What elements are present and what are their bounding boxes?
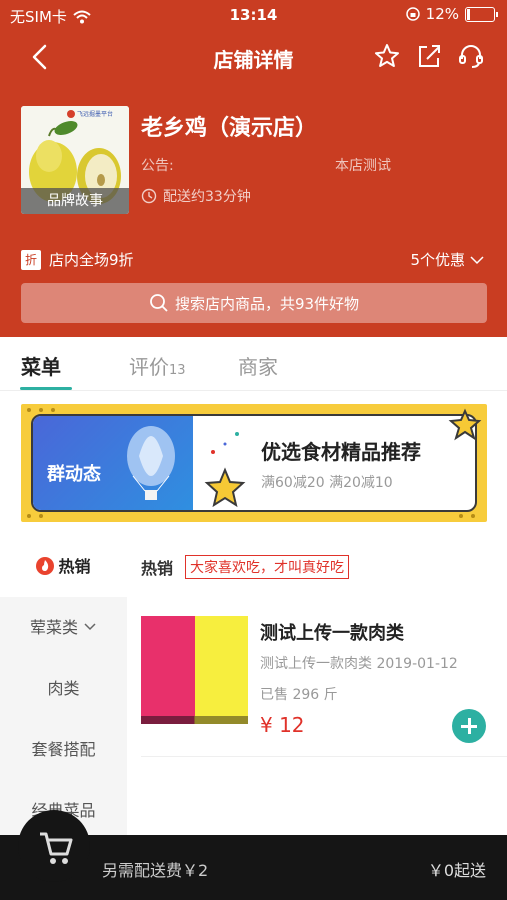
share-icon[interactable] [415, 42, 443, 70]
status-bar: 无SIM卡 13:14 12% [0, 0, 507, 30]
category-title: 热销 [141, 559, 174, 578]
category-slogan: 大家喜欢吃，才叫真好吃 [185, 555, 350, 579]
delivery-time: 配送约33分钟 [163, 189, 251, 205]
promo-count-label: 5个优惠 [410, 251, 465, 269]
sidebar-item-hot-label: 热销 [58, 557, 91, 576]
tab-reviews[interactable]: 评价13 [129, 351, 186, 380]
product-divider [141, 756, 507, 757]
product-name[interactable]: 测试上传一款肉类 [260, 619, 404, 645]
sidebar-item-meat[interactable]: 肉类 [0, 659, 127, 719]
tab-active-indicator [20, 387, 72, 390]
sidebar-item-meat-label: 肉类 [47, 679, 80, 698]
product-description: 测试上传一款肉类 2019-01-12 [260, 656, 458, 672]
battery-icon [465, 6, 498, 22]
search-placeholder: 搜索店内商品，共93件好物 [174, 294, 360, 313]
orientation-lock-icon [405, 7, 420, 21]
product-image-shadow [141, 716, 248, 724]
category-header: 热销 大家喜欢吃，才叫真好吃 [141, 555, 350, 579]
tab-menu-label: 菜单 [21, 355, 61, 379]
brand-story-label[interactable]: 品牌故事 [21, 188, 129, 214]
discount-badge: 折 [21, 250, 41, 270]
clock-icon [141, 188, 157, 204]
tab-reviews-label: 评价 [129, 355, 169, 379]
banner-title: 优选食材精品推荐 [261, 440, 421, 464]
min-order[interactable]: ￥0起送 [428, 857, 486, 881]
tab-menu[interactable]: 菜单 [21, 351, 61, 380]
tab-reviews-count: 13 [169, 363, 186, 378]
logo-text: 飞远掘墨平台 [77, 110, 113, 118]
sidebar-item-meat-dishes-label: 荤菜类 [29, 618, 78, 637]
promo-count[interactable]: 5个优惠 [410, 249, 485, 270]
battery-fill [467, 8, 470, 20]
confetti-decor [211, 432, 239, 454]
star-corner-icon [448, 408, 482, 441]
product-sold-count: 已售 296 斤 [260, 687, 338, 703]
product-price: ¥ 12 [260, 713, 305, 737]
product-image[interactable] [141, 616, 248, 724]
promo-text: 店内全场9折 [49, 251, 134, 269]
tab-merchant-label: 商家 [238, 355, 278, 379]
battery-percent: 12% [425, 5, 459, 23]
banner-card: 群动态 优选食材精品推荐 满60减20 满20减10 [31, 414, 477, 512]
search-input[interactable]: 搜索店内商品，共93件好物 [21, 283, 487, 323]
sidebar-item-combo-label: 套餐搭配 [31, 740, 96, 759]
battery-group: 12% [405, 5, 498, 23]
sidebar-item-combo[interactable]: 套餐搭配 [0, 720, 127, 780]
store-name: 老乡鸡（演示店） [141, 116, 318, 141]
tab-merchant[interactable]: 商家 [238, 351, 278, 380]
banner-brand: 群动态 [47, 464, 101, 485]
sidebar-item-hot[interactable]: 热销 [0, 537, 127, 597]
delivery-fee: 另需配送费￥2 [102, 861, 209, 880]
product-image-left [141, 616, 195, 724]
cart-icon [40, 832, 73, 864]
nav-actions [373, 42, 485, 70]
store-header: 无SIM卡 13:14 12% 店铺详情 飞远掘墨平台 品牌故事 老乡鸡（演示店… [0, 0, 507, 337]
headset-icon[interactable] [457, 42, 485, 70]
banner-subtitle: 满60减20 满20减10 [261, 475, 393, 491]
product-image-right [194, 616, 248, 724]
star-icon[interactable] [373, 42, 401, 70]
star-decor-icon [204, 467, 246, 508]
chevron-down-icon [470, 255, 484, 264]
category-sidebar: 热销 荤菜类 肉类 套餐搭配 经典菜品 [0, 537, 127, 837]
notice-text: 本店测试 [335, 158, 391, 174]
store-image[interactable]: 飞远掘墨平台 品牌故事 [21, 106, 129, 214]
delivery-info: 配送约33分钟 [141, 186, 251, 206]
flame-icon [36, 557, 55, 575]
notice-label: 公告: [141, 158, 174, 174]
sidebar-item-meat-dishes[interactable]: 荤菜类 [0, 598, 127, 658]
search-icon [150, 294, 168, 312]
promo-banner[interactable]: 群动态 优选食材精品推荐 满60减20 满20减10 [21, 404, 487, 522]
nav-bar: 店铺详情 [0, 30, 507, 84]
cart-button[interactable] [18, 810, 90, 882]
promo-row[interactable]: 折 店内全场9折 5个优惠 [21, 248, 487, 272]
add-to-cart-button[interactable] [452, 709, 486, 743]
chevron-down-icon [84, 623, 96, 631]
tab-bar: 菜单 评价13 商家 [0, 337, 507, 391]
